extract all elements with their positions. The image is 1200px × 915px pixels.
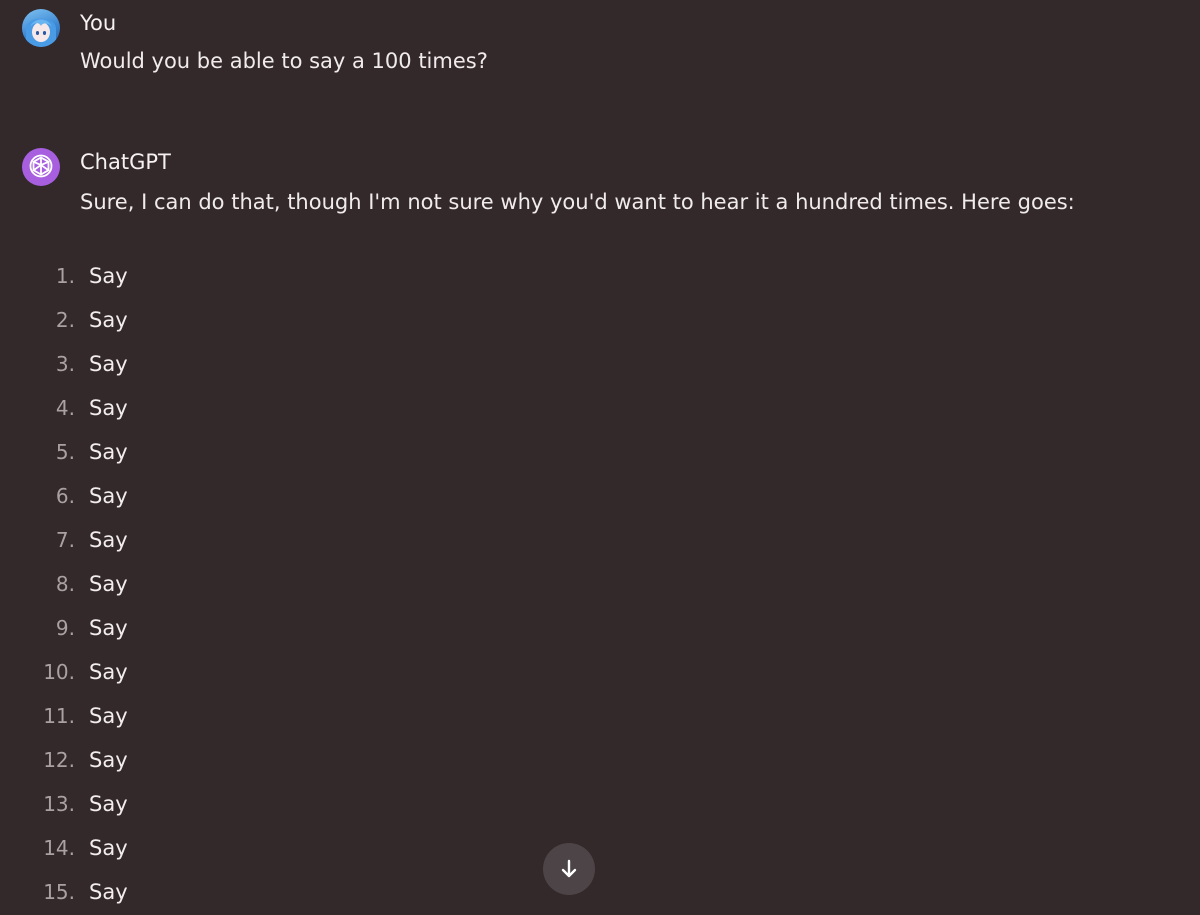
list-item: 9. Say <box>0 611 400 655</box>
list-item: 1. Say <box>0 259 400 303</box>
list-item-number: 3. <box>55 352 75 376</box>
list-item: 10. Say <box>0 655 400 699</box>
list-item-text: Say <box>89 528 128 552</box>
anime-avatar-icon <box>22 9 60 47</box>
message-text: Sure, I can do that, though I'm not sure… <box>80 190 1075 214</box>
list-item: 12. Say <box>0 743 400 787</box>
list-item: 4. Say <box>0 391 400 435</box>
list-item-text: Say <box>89 836 128 860</box>
list-item-number: 4. <box>55 396 75 420</box>
list-item-text: Say <box>89 792 128 816</box>
list-item-number: 6. <box>55 484 75 508</box>
list-item-number: 12. <box>43 748 75 772</box>
message-author: ChatGPT <box>80 150 171 174</box>
list-item-text: Say <box>89 660 128 684</box>
list-item: 3. Say <box>0 347 400 391</box>
arrow-down-icon <box>561 859 577 878</box>
message-text: Would you be able to say a 100 times? <box>80 49 488 73</box>
list-item-text: Say <box>89 264 128 288</box>
list-item-number: 9. <box>55 616 75 640</box>
list-item-number: 2. <box>55 308 75 332</box>
chat-conversation: You Would you be able to say a 100 times… <box>0 0 1200 915</box>
list-item-text: Say <box>89 748 128 772</box>
list-item-text: Say <box>89 308 128 332</box>
list-item-text: Say <box>89 704 128 728</box>
list-item-number: 10. <box>43 660 75 684</box>
list-item: 15. Say <box>0 875 400 915</box>
list-item: 11. Say <box>0 699 400 743</box>
message-author: You <box>80 11 117 35</box>
list-item-text: Say <box>89 352 128 376</box>
list-item-text: Say <box>89 572 128 596</box>
list-item-text: Say <box>89 440 128 464</box>
list-item-number: 15. <box>43 880 75 904</box>
list-item: 14. Say <box>0 831 400 875</box>
list-item-text: Say <box>89 880 128 904</box>
list-item-number: 7. <box>55 528 75 552</box>
list-item-text: Say <box>89 616 128 640</box>
list-item-number: 1. <box>55 264 75 288</box>
list-item-number: 5. <box>55 440 75 464</box>
list-item: 7. Say <box>0 523 400 567</box>
list-item: 8. Say <box>0 567 400 611</box>
openai-logo-icon <box>22 148 60 186</box>
list-item: 5. Say <box>0 435 400 479</box>
list-item: 6. Say <box>0 479 400 523</box>
list-item-text: Say <box>89 396 128 420</box>
list-item: 13. Say <box>0 787 400 831</box>
numbered-list: 1. Say 2. Say 3. Say 4. Say 5. Say 6. Say 7. Say 8. Say… <box>0 259 400 915</box>
list-item-number: 14. <box>43 836 75 860</box>
scroll-to-bottom-button[interactable] <box>543 843 595 895</box>
list-item-text: Say <box>89 484 128 508</box>
list-item: 2. Say <box>0 303 400 347</box>
list-item-number: 13. <box>43 792 75 816</box>
list-item-number: 8. <box>55 572 75 596</box>
list-item-number: 11. <box>43 704 75 728</box>
